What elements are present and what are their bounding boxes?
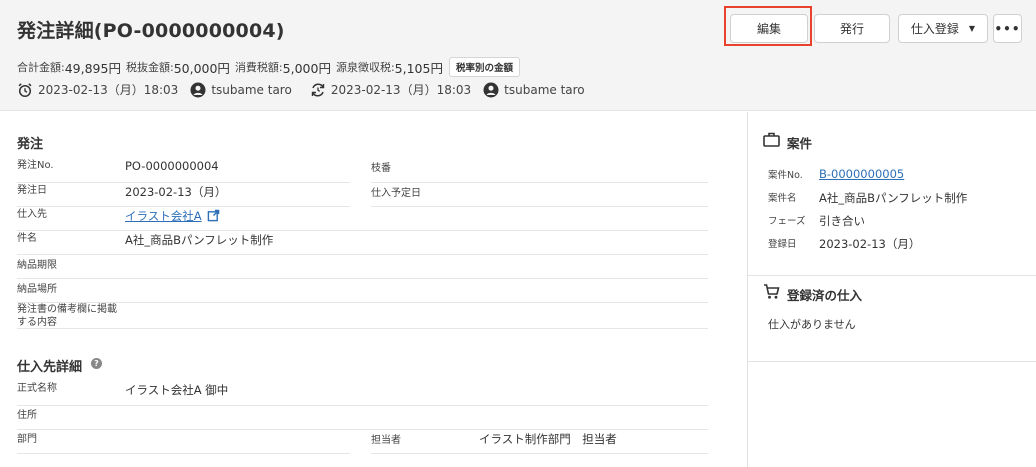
project-title: 案件 bbox=[787, 136, 813, 151]
supplier-row: 仕入先 イラスト会社A bbox=[17, 207, 708, 231]
order-no-label: 発注No. bbox=[17, 160, 54, 171]
created-at: 2023-02-13（月）18:03 bbox=[38, 83, 179, 97]
person-row: 担当者 イラスト制作部門 担当者 bbox=[371, 430, 708, 454]
project-no-link[interactable]: B-0000000005 bbox=[819, 167, 904, 181]
help-icon[interactable]: ? bbox=[91, 358, 102, 369]
more-options-button[interactable]: ••• bbox=[993, 14, 1022, 43]
total-amount-value: 49,895円 bbox=[64, 60, 121, 76]
total-amount-label: 合計金額: bbox=[17, 61, 65, 74]
updated-by: tsubame taro bbox=[504, 82, 585, 97]
address-label: 住所 bbox=[17, 410, 37, 421]
no-purchases-message: 仕入がありません bbox=[768, 318, 856, 331]
supplier-detail-title: 仕入先詳細 bbox=[17, 360, 83, 375]
briefcase-icon bbox=[763, 132, 780, 147]
tax-rate-breakdown-button[interactable]: 税率別の金額 bbox=[448, 57, 520, 77]
subject-row: 件名 A社_商品Bパンフレット制作 bbox=[17, 231, 708, 255]
official-name-row: 正式名称 イラスト会社A 御中 bbox=[17, 382, 708, 406]
person-label: 担当者 bbox=[371, 435, 401, 446]
subject-value: A社_商品Bパンフレット制作 bbox=[125, 233, 274, 247]
cart-icon bbox=[764, 284, 780, 299]
amount-summary: 合計金額: 49,895円 税抜金額: 50,000円 消費税額: 5,000円… bbox=[17, 57, 520, 77]
project-date-label: 登録日 bbox=[768, 239, 797, 250]
order-date-value: 2023-02-13（月） bbox=[125, 185, 227, 199]
delivery-place-row: 納品場所 bbox=[17, 279, 708, 303]
remarks-row: 発注書の備考欄に掲載する内容 bbox=[17, 303, 708, 329]
sidebar-divider bbox=[748, 361, 1036, 362]
supplier-label: 仕入先 bbox=[17, 209, 47, 220]
project-name-value: A社_商品Bパンフレット制作 bbox=[819, 191, 968, 205]
user-icon bbox=[483, 82, 499, 97]
issue-button[interactable]: 発行 bbox=[814, 14, 890, 43]
branch-row: 枝番 bbox=[371, 159, 708, 183]
planned-date-row: 仕入予定日 bbox=[371, 183, 708, 207]
external-link-icon[interactable] bbox=[207, 209, 220, 222]
edit-button[interactable]: 編集 bbox=[730, 14, 808, 43]
project-name-row: 案件名 A社_商品Bパンフレット制作 bbox=[768, 190, 967, 206]
project-date-value: 2023-02-13（月） bbox=[819, 237, 921, 251]
page-header: 発注詳細(PO-0000000004) 合計金額: 49,895円 税抜金額: … bbox=[0, 0, 1036, 111]
update-history-icon bbox=[311, 82, 325, 97]
supplier-link[interactable]: イラスト会社A bbox=[125, 208, 220, 230]
supplier-name[interactable]: イラスト会社A bbox=[125, 209, 202, 223]
tax-amount-label: 消費税額: bbox=[234, 61, 283, 74]
pretax-amount-value: 50,000円 bbox=[173, 60, 230, 76]
deadline-row: 納品期限 bbox=[17, 255, 708, 279]
dept-label: 部門 bbox=[17, 434, 37, 445]
page-title: 発注詳細(PO-0000000004) bbox=[17, 20, 285, 42]
dept-row: 部門 bbox=[17, 430, 350, 454]
project-date-row: 登録日 2023-02-13（月） bbox=[768, 236, 920, 252]
user-icon bbox=[190, 82, 206, 97]
delivery-place-label: 納品場所 bbox=[17, 284, 57, 295]
purchase-register-label: 仕入登録 bbox=[910, 22, 959, 36]
official-name-label: 正式名称 bbox=[17, 383, 57, 394]
updated-at: 2023-02-13（月）18:03 bbox=[330, 83, 472, 97]
withholding-amount-value: 5,105円 bbox=[394, 60, 443, 76]
order-section-title: 発注 bbox=[17, 137, 44, 152]
pretax-amount-label: 税抜金額: bbox=[125, 61, 174, 74]
person-value: イラスト制作部門 担当者 bbox=[479, 432, 617, 446]
right-sidebar: 案件 案件No. B-0000000005 案件名 A社_商品Bパンフレット制作… bbox=[747, 112, 1036, 467]
order-no-row: 発注No. PO-0000000004 bbox=[17, 159, 350, 183]
project-card: 案件 案件No. B-0000000005 案件名 A社_商品Bパンフレット制作… bbox=[748, 112, 1036, 275]
project-name-label: 案件名 bbox=[768, 193, 797, 204]
order-detail-panel: 発注 発注No. PO-0000000004 枝番 発注日 2023-02-13… bbox=[0, 112, 746, 467]
branch-label: 枝番 bbox=[371, 163, 391, 174]
planned-date-label: 仕入予定日 bbox=[371, 188, 421, 199]
created-by: tsubame taro bbox=[211, 82, 292, 97]
project-phase-label: フェーズ bbox=[768, 216, 806, 227]
order-date-row: 発注日 2023-02-13（月） bbox=[17, 183, 350, 207]
project-phase-value: 引き合い bbox=[819, 214, 865, 228]
order-date-label: 発注日 bbox=[17, 185, 47, 196]
alarm-clock-icon bbox=[18, 82, 32, 97]
registered-purchases-title: 登録済の仕入 bbox=[787, 288, 863, 303]
record-meta: 2023-02-13（月）18:03 tsubame taro 2023-02-… bbox=[17, 81, 597, 98]
tax-amount-value: 5,000円 bbox=[282, 60, 331, 76]
remarks-label: 発注書の備考欄に掲載する内容 bbox=[17, 304, 117, 328]
withholding-amount-label: 源泉徴収税: bbox=[335, 61, 395, 74]
address-row: 住所 bbox=[17, 406, 708, 430]
purchase-register-dropdown[interactable]: 仕入登録 ▼ bbox=[898, 14, 988, 43]
caret-down-icon: ▼ bbox=[968, 24, 976, 33]
registered-purchases-card: 登録済の仕入 仕入がありません bbox=[748, 276, 1036, 361]
order-no-value: PO-0000000004 bbox=[125, 159, 219, 173]
subject-label: 件名 bbox=[17, 233, 37, 244]
project-no-row: 案件No. B-0000000005 bbox=[768, 167, 904, 181]
official-name-value: イラスト会社A 御中 bbox=[125, 383, 229, 397]
project-phase-row: フェーズ 引き合い bbox=[768, 213, 865, 229]
deadline-label: 納品期限 bbox=[17, 260, 57, 271]
project-no-label: 案件No. bbox=[768, 170, 803, 181]
